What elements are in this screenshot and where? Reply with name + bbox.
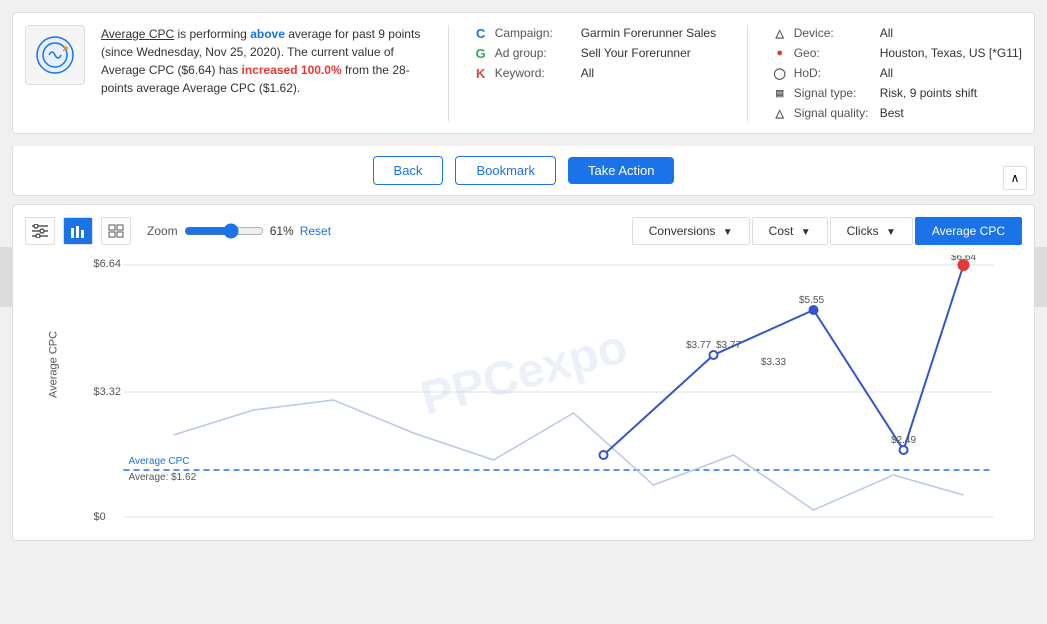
svg-text:$2.49: $2.49 [891, 435, 916, 446]
meta-right: △ Device: All ● Geo: Houston, Texas, US … [772, 25, 1022, 121]
svg-text:Average CPC: Average CPC [129, 456, 190, 467]
action-bar: Back Bookmark Take Action [12, 146, 1035, 196]
meta-left: C Campaign: Garmin Forerunner Sales G Ad… [473, 25, 723, 121]
signal-type-label: Signal type: [794, 86, 874, 100]
signal-quality-row: △ Signal quality: Best [772, 105, 1022, 121]
geo-label: Geo: [794, 46, 874, 60]
tab-cost[interactable]: Cost ▼ [752, 217, 828, 245]
hod-label: HoD: [794, 66, 874, 80]
adgroup-row: G Ad group: Sell Your Forerunner [473, 45, 723, 61]
device-row: △ Device: All [772, 25, 1022, 41]
signal-quality-value: Best [880, 106, 904, 120]
svg-text:$5.55: $5.55 [799, 295, 824, 306]
svg-text:$6.64: $6.64 [951, 255, 976, 263]
svg-text:$0: $0 [94, 511, 106, 523]
campaign-value: Garmin Forerunner Sales [581, 26, 716, 40]
svg-text:$3.33: $3.33 [761, 357, 786, 368]
keyword-icon: K [473, 65, 489, 81]
geo-value: Houston, Texas, US [*G11] [880, 46, 1022, 60]
hod-row: ◯ HoD: All [772, 65, 1022, 81]
campaign-label: Campaign: [495, 26, 575, 40]
chart-panel: PPCexpo Zoom 61% Reset Conversions ▼ Cos… [12, 204, 1035, 541]
hod-value: All [880, 66, 893, 80]
divider2 [747, 25, 748, 121]
collapse-button[interactable]: ∧ [1003, 166, 1027, 190]
chart-svg: $6.64 $3.32 $0 Average CPC Average: $1.6… [75, 255, 1012, 525]
take-action-button[interactable]: Take Action [568, 157, 675, 184]
bar-chart-icon-btn[interactable] [63, 217, 93, 245]
svg-text:$3.32: $3.32 [94, 386, 122, 398]
signal-type-row: ▤ Signal type: Risk, 9 points shift [772, 85, 1022, 101]
adgroup-icon: G [473, 45, 489, 61]
chart-area: Average CPC $6.64 $3.32 $0 Average CPC A… [75, 255, 1012, 528]
campaign-row: C Campaign: Garmin Forerunner Sales [473, 25, 723, 41]
zoom-slider[interactable] [184, 223, 264, 239]
zoom-label: Zoom [147, 224, 178, 238]
keyword-value: All [581, 66, 594, 80]
signal-type-icon: ▤ [772, 85, 788, 101]
keyword-label: Keyword: [495, 66, 575, 80]
device-value: All [880, 26, 893, 40]
info-panel: Average CPC is performing above average … [12, 12, 1035, 134]
signal-quality-label: Signal quality: [794, 106, 874, 120]
alert-icon-box [25, 25, 85, 85]
signal-type-value: Risk, 9 points shift [880, 86, 977, 100]
tab-average-cpc[interactable]: Average CPC [915, 217, 1022, 245]
reset-button[interactable]: Reset [300, 224, 331, 238]
geo-row: ● Geo: Houston, Texas, US [*G11] [772, 45, 1022, 61]
filter-icon-btn[interactable] [25, 217, 55, 245]
zoom-container: Zoom 61% Reset [147, 223, 331, 239]
y-axis-label: Average CPC [48, 330, 60, 397]
back-button[interactable]: Back [373, 156, 444, 185]
svg-text:$3.77: $3.77 [686, 340, 711, 351]
device-label: Device: [794, 26, 874, 40]
divider [448, 25, 449, 121]
geo-icon: ● [772, 45, 788, 61]
adgroup-value: Sell Your Forerunner [581, 46, 691, 60]
chart-toolbar: Zoom 61% Reset Conversions ▼ Cost ▼ Clic… [25, 217, 1022, 245]
signal-quality-icon: △ [772, 105, 788, 121]
campaign-icon: C [473, 25, 489, 41]
alert-description: Average CPC is performing above average … [101, 25, 424, 121]
keyword-row: K Keyword: All [473, 65, 723, 81]
tab-conversions[interactable]: Conversions ▼ [632, 217, 750, 245]
device-icon: △ [772, 25, 788, 41]
tab-clicks[interactable]: Clicks ▼ [830, 217, 913, 245]
svg-text:Average: $1.62: Average: $1.62 [129, 472, 197, 483]
grid-icon-btn[interactable] [101, 217, 131, 245]
adgroup-label: Ad group: [495, 46, 575, 60]
bookmark-button[interactable]: Bookmark [455, 156, 556, 185]
svg-text:$3.77: $3.77 [716, 340, 741, 351]
metric-tabs: Conversions ▼ Cost ▼ Clicks ▼ Average CP… [632, 217, 1022, 245]
zoom-value: 61% [270, 224, 294, 238]
svg-text:$6.64: $6.64 [94, 258, 122, 270]
hod-icon: ◯ [772, 65, 788, 81]
